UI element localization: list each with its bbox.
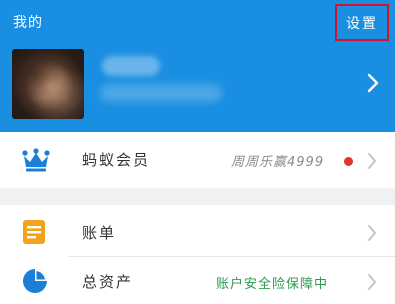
crown-icon: [22, 148, 50, 172]
menu-item-bill[interactable]: 账单: [0, 205, 395, 261]
divider: [68, 256, 395, 257]
avatar-image-blurred: [12, 49, 84, 119]
vip-promo-text: 周周乐赢4999: [231, 155, 325, 170]
insurance-status-text: 账户安全险保障中: [216, 277, 329, 292]
page-title: 我的: [13, 15, 43, 31]
chevron-right-icon[interactable]: [366, 223, 378, 243]
menu-item-vip[interactable]: 蚂蚁会员 周周乐赢4999: [0, 132, 395, 188]
bill-label: 账单: [82, 224, 117, 242]
notification-dot: [344, 157, 353, 166]
pie-chart-icon: [23, 269, 47, 293]
username-blurred: [102, 56, 160, 76]
bill-icon: [23, 220, 45, 244]
chevron-right-icon[interactable]: [366, 72, 380, 94]
chevron-right-icon[interactable]: [366, 272, 378, 292]
settings-button[interactable]: 设置: [335, 4, 389, 41]
menu-item-total-assets[interactable]: 总资产 账户安全险保障中: [0, 258, 395, 304]
total-assets-label: 总资产: [82, 273, 134, 291]
avatar[interactable]: [12, 49, 84, 119]
profile-header: 我的 设置: [0, 0, 395, 132]
account-info-blurred: [100, 84, 222, 102]
profile-card[interactable]: [0, 46, 395, 122]
vip-label: 蚂蚁会员: [82, 151, 151, 169]
chevron-right-icon[interactable]: [366, 151, 378, 171]
